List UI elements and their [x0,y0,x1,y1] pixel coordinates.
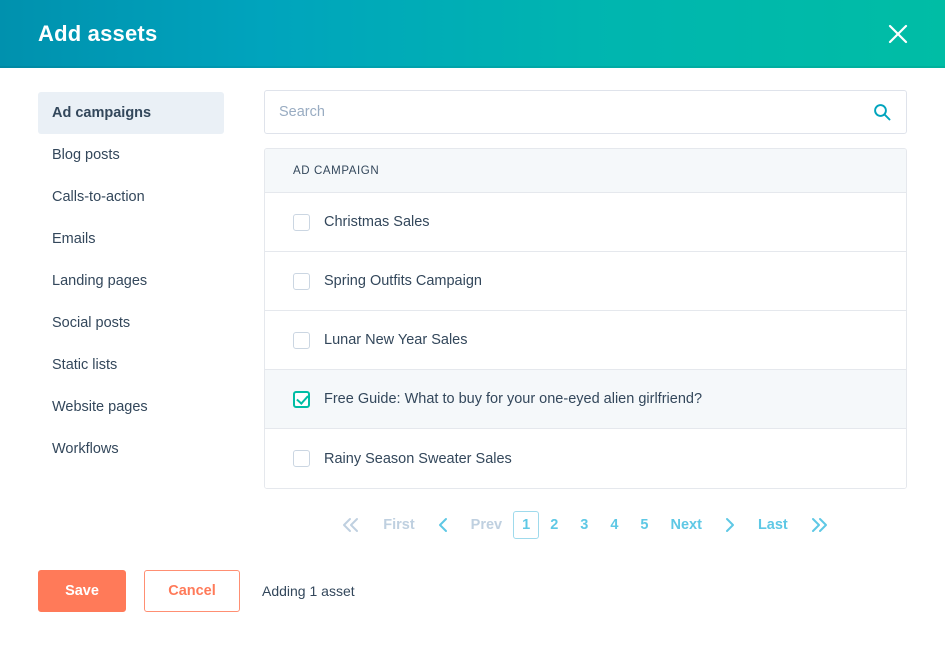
sidebar-item-label: Social posts [52,315,131,331]
sidebar-item-label: Ad campaigns [52,105,152,121]
pagination: First Prev 1 2 3 4 5 Next Last [264,489,907,545]
pagination-next-chevron-icon[interactable] [713,511,747,539]
table-row[interactable]: Lunar New Year Sales [265,311,906,370]
sidebar-item-website-pages[interactable]: Website pages [38,386,224,428]
sidebar-item-label: Blog posts [52,147,120,163]
adding-assets-status: Adding 1 asset [262,583,355,599]
pagination-next[interactable]: Next [660,511,713,539]
table-row[interactable]: Christmas Sales [265,193,906,252]
sidebar-item-workflows[interactable]: Workflows [38,428,224,470]
pagination-last[interactable]: Last [747,511,799,539]
row-checkbox[interactable] [293,450,310,467]
pagination-page-4[interactable]: 4 [599,511,629,539]
sidebar-item-label: Website pages [52,399,148,415]
row-checkbox[interactable] [293,331,310,349]
cancel-button[interactable]: Cancel [144,570,240,612]
table-row[interactable]: Rainy Season Sweater Sales [265,429,906,488]
sidebar-item-calls-to-action[interactable]: Calls-to-action [38,176,224,218]
modal-footer: Save Cancel Adding 1 asset [0,560,945,646]
row-label: Lunar New Year Sales [324,332,468,348]
table-row[interactable]: Spring Outfits Campaign [265,252,906,311]
column-header-ad-campaign: AD CAMPAIGN [293,164,380,177]
sidebar-item-social-posts[interactable]: Social posts [38,302,224,344]
add-assets-modal: Add assets Ad campaigns Blog posts Calls… [0,0,945,646]
search-bar [264,90,907,134]
sidebar-item-label: Calls-to-action [52,189,145,205]
pagination-page-1[interactable]: 1 [513,511,540,539]
asset-table: AD CAMPAIGN Christmas Sales Spring Outfi… [264,148,907,489]
pagination-last-chevron-icon[interactable] [799,511,841,539]
row-label: Spring Outfits Campaign [324,273,482,289]
save-button[interactable]: Save [38,570,126,612]
pagination-page-5[interactable]: 5 [629,511,659,539]
asset-type-sidebar: Ad campaigns Blog posts Calls-to-action … [38,90,224,560]
row-checkbox[interactable] [293,213,310,231]
search-icon[interactable] [873,103,891,121]
table-header: AD CAMPAIGN [265,149,906,193]
modal-header: Add assets [0,0,945,68]
sidebar-item-blog-posts[interactable]: Blog posts [38,134,224,176]
table-row[interactable]: Free Guide: What to buy for your one-eye… [265,370,906,429]
pagination-prev-chevron-icon[interactable] [426,511,460,539]
pagination-page-2[interactable]: 2 [539,511,569,539]
page-title: Add assets [38,21,158,46]
pagination-first-chevron-icon [330,511,372,539]
row-checkbox-checked[interactable] [293,390,310,408]
sidebar-item-label: Emails [52,231,96,247]
sidebar-item-label: Static lists [52,357,118,373]
row-label: Christmas Sales [324,214,430,230]
pagination-prev: Prev [470,517,503,533]
row-label: Rainy Season Sweater Sales [324,450,512,467]
sidebar-item-ad-campaigns[interactable]: Ad campaigns [38,92,224,134]
main-panel: AD CAMPAIGN Christmas Sales Spring Outfi… [224,90,907,560]
modal-body: Ad campaigns Blog posts Calls-to-action … [0,68,945,560]
close-icon[interactable] [881,17,915,51]
row-label: Free Guide: What to buy for your one-eye… [324,391,703,407]
sidebar-item-label: Landing pages [52,273,148,289]
sidebar-item-emails[interactable]: Emails [38,218,224,260]
row-checkbox[interactable] [293,272,310,290]
pagination-first: First [383,517,415,533]
pagination-page-3[interactable]: 3 [569,511,599,539]
sidebar-item-static-lists[interactable]: Static lists [38,344,224,386]
search-input[interactable] [264,90,907,134]
sidebar-item-landing-pages[interactable]: Landing pages [38,260,224,302]
sidebar-item-label: Workflows [52,441,119,457]
